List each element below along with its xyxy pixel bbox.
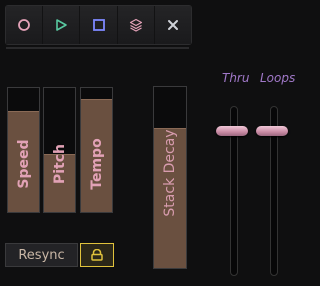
transport-toolbar xyxy=(5,5,192,45)
lock-toggle[interactable] xyxy=(80,243,114,267)
resync-button[interactable]: Resync xyxy=(5,243,78,267)
stop-square-icon xyxy=(92,19,105,31)
close-x-icon xyxy=(167,20,178,30)
play-triangle-icon xyxy=(56,19,68,31)
loops-label: Loops xyxy=(260,71,296,85)
pitch-fader-label: Pitch xyxy=(51,143,68,185)
tempo-fader[interactable]: Tempo xyxy=(80,87,113,213)
thru-label: Thru xyxy=(222,71,250,85)
layers-button[interactable] xyxy=(117,6,155,44)
pitch-fader[interactable]: Pitch xyxy=(43,87,76,213)
speed-fader[interactable]: Speed xyxy=(7,87,40,213)
thru-slider-thumb[interactable] xyxy=(216,126,248,136)
speed-fader-label: Speed xyxy=(15,139,32,189)
layers-icon xyxy=(129,18,142,32)
lock-icon xyxy=(91,249,103,261)
stack-decay-fader[interactable]: Stack Decay xyxy=(153,86,187,269)
stop-button[interactable] xyxy=(80,6,118,44)
record-button[interactable] xyxy=(6,6,44,44)
play-button[interactable] xyxy=(43,6,81,44)
stack-decay-label: Stack Decay xyxy=(162,129,178,217)
circle-icon xyxy=(18,19,30,31)
loops-slider-thumb[interactable] xyxy=(256,126,288,136)
toolbar-divider xyxy=(6,47,189,49)
tempo-fader-label: Tempo xyxy=(88,138,105,190)
close-button[interactable] xyxy=(154,6,192,44)
